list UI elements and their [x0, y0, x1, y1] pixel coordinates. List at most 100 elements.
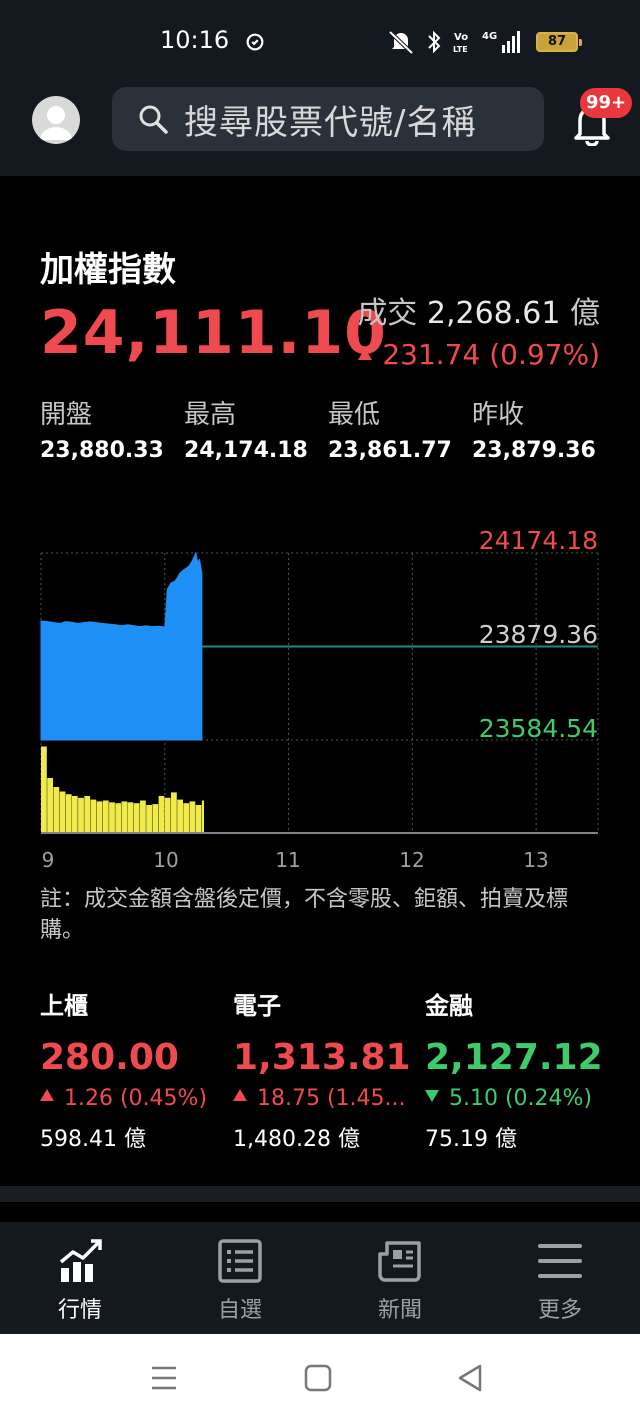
volume-bar	[201, 800, 204, 832]
stat-prev-close: 昨收 23,879.36	[472, 394, 616, 463]
volume-bar	[71, 796, 78, 832]
menu-icon	[538, 1244, 582, 1278]
volume-bar	[59, 791, 66, 832]
price-area-path	[40, 551, 203, 741]
volume-bar	[109, 802, 115, 832]
volume-bar	[102, 800, 109, 832]
user-icon	[40, 106, 72, 140]
sub-index-change: 18.75 (1.45...	[233, 1086, 409, 1111]
nav-more[interactable]: 更多	[480, 1222, 640, 1334]
stat-low: 最低 23,861.77	[328, 394, 472, 463]
price-area	[40, 551, 203, 741]
index-change-value: 231.74 (0.97%)	[382, 338, 600, 371]
stat-value: 23,879.36	[472, 438, 596, 463]
nav-watchlist[interactable]: 自選	[160, 1222, 320, 1334]
x-tick-label: 9	[42, 848, 55, 872]
volume-bar	[53, 787, 60, 832]
up-arrow-icon	[233, 1089, 247, 1101]
stat-label: 開盤	[40, 400, 93, 430]
volume-bar	[140, 800, 146, 832]
intraday-chart[interactable]: 24174.18 23879.36 23584.54 9 10 11 12 13	[0, 520, 640, 880]
volume-bar	[195, 805, 202, 832]
stat-label: 最低	[328, 400, 381, 430]
mute-icon	[388, 30, 414, 55]
sub-index-name: 金融	[425, 992, 473, 1020]
sub-index-price: 2,127.12	[425, 1037, 603, 1078]
stat-label: 最高	[184, 400, 237, 430]
sub-index-change-value: 1.26 (0.45%)	[64, 1086, 208, 1111]
watchlist-icon	[218, 1239, 262, 1283]
volume-bar	[90, 799, 97, 832]
volume-bar	[146, 805, 152, 832]
sub-index-name: 電子	[233, 992, 281, 1020]
status-bar: 10:16 Vo LTE 4G 87	[0, 0, 640, 80]
search-input[interactable]: 搜尋股票代號/名稱	[184, 95, 476, 144]
search-bar[interactable]: 搜尋股票代號/名稱	[112, 87, 544, 151]
volume-bar	[115, 803, 122, 832]
sub-index-otc[interactable]: 上櫃 280.00 1.26 (0.45%) 598.41 億	[40, 986, 230, 1153]
svg-text:Vo: Vo	[454, 32, 468, 43]
stat-value: 23,861.77	[328, 438, 452, 463]
nav-label: 自選	[217, 1298, 262, 1323]
home-icon[interactable]	[302, 1362, 334, 1394]
x-tick-label: 11	[275, 848, 300, 872]
nav-label: 行情	[57, 1298, 102, 1323]
svg-text:4G: 4G	[482, 31, 497, 42]
sub-index-price: 280.00	[40, 1037, 179, 1078]
svg-text:LTE: LTE	[453, 45, 468, 54]
bottom-nav: 行情 自選 新聞 更多	[0, 1222, 640, 1334]
index-volume: 成交 2,268.61 億	[357, 288, 600, 332]
volume-bar	[177, 799, 183, 832]
volte-icon: Vo LTE	[453, 32, 468, 54]
volume-bar	[127, 802, 134, 832]
sub-index-change-value: 5.10 (0.24%)	[449, 1086, 593, 1111]
index-title: 加權指數	[40, 250, 176, 290]
sync-icon	[246, 33, 264, 51]
volume-unit: 億	[570, 296, 600, 331]
down-arrow-icon	[425, 1090, 439, 1102]
volume-bar	[47, 778, 53, 832]
volume-bar	[84, 796, 91, 832]
volume-bar	[96, 801, 103, 832]
nav-news[interactable]: 新聞	[320, 1222, 480, 1334]
x-tick-label: 13	[523, 848, 548, 872]
stat-high: 最高 24,174.18	[184, 394, 328, 463]
stat-value: 23,880.33	[40, 438, 164, 463]
nav-market[interactable]: 行情	[0, 1222, 160, 1334]
sub-index-electronics[interactable]: 電子 1,313.81 18.75 (1.45... 1,480.28 億	[233, 986, 411, 1153]
volume-bar	[164, 797, 171, 832]
sub-index-volume: 598.41 億	[40, 1127, 146, 1152]
signal-icon: 4G	[482, 31, 520, 53]
volume-bar	[152, 804, 159, 832]
sub-index-volume: 75.19 億	[425, 1127, 517, 1152]
market-chart-icon	[59, 1239, 102, 1282]
back-icon[interactable]	[454, 1362, 486, 1394]
system-nav-bar	[0, 1334, 640, 1422]
sub-index-name: 上櫃	[40, 992, 88, 1020]
up-arrow-icon	[40, 1089, 54, 1101]
y-label-low: 23584.54	[479, 714, 598, 743]
sub-index-change: 1.26 (0.45%)	[40, 1086, 230, 1111]
status-icons: Vo LTE 4G	[386, 28, 522, 56]
recent-apps-icon[interactable]	[148, 1362, 180, 1394]
volume-value: 2,268.61	[426, 296, 561, 331]
stat-value: 24,174.18	[184, 438, 308, 463]
volume-bar	[158, 796, 165, 832]
chart-note: 註：成交金額含盤後定價，不含零股、鉅額、拍賣及標購。	[40, 887, 569, 943]
sub-index-price: 1,313.81	[233, 1037, 411, 1078]
volume-bar	[121, 801, 128, 832]
index-change: 231.74 (0.97%)	[358, 338, 600, 371]
volume-label: 成交	[357, 296, 418, 331]
index-stats: 開盤 23,880.33 最高 24,174.18 最低 23,861.77 昨…	[40, 394, 620, 463]
volume-bar	[133, 803, 140, 832]
news-icon	[378, 1241, 421, 1282]
search-icon	[139, 105, 168, 134]
x-tick-label: 10	[153, 848, 178, 872]
sub-index-change: 5.10 (0.24%)	[425, 1086, 615, 1111]
avatar[interactable]	[32, 96, 80, 144]
index-price: 24,111.10	[40, 298, 387, 368]
stat-label: 昨收	[472, 400, 525, 430]
y-label-high: 24174.18	[479, 526, 598, 555]
volume-bar	[189, 801, 196, 832]
sub-index-finance[interactable]: 金融 2,127.12 5.10 (0.24%) 75.19 億	[425, 986, 615, 1153]
